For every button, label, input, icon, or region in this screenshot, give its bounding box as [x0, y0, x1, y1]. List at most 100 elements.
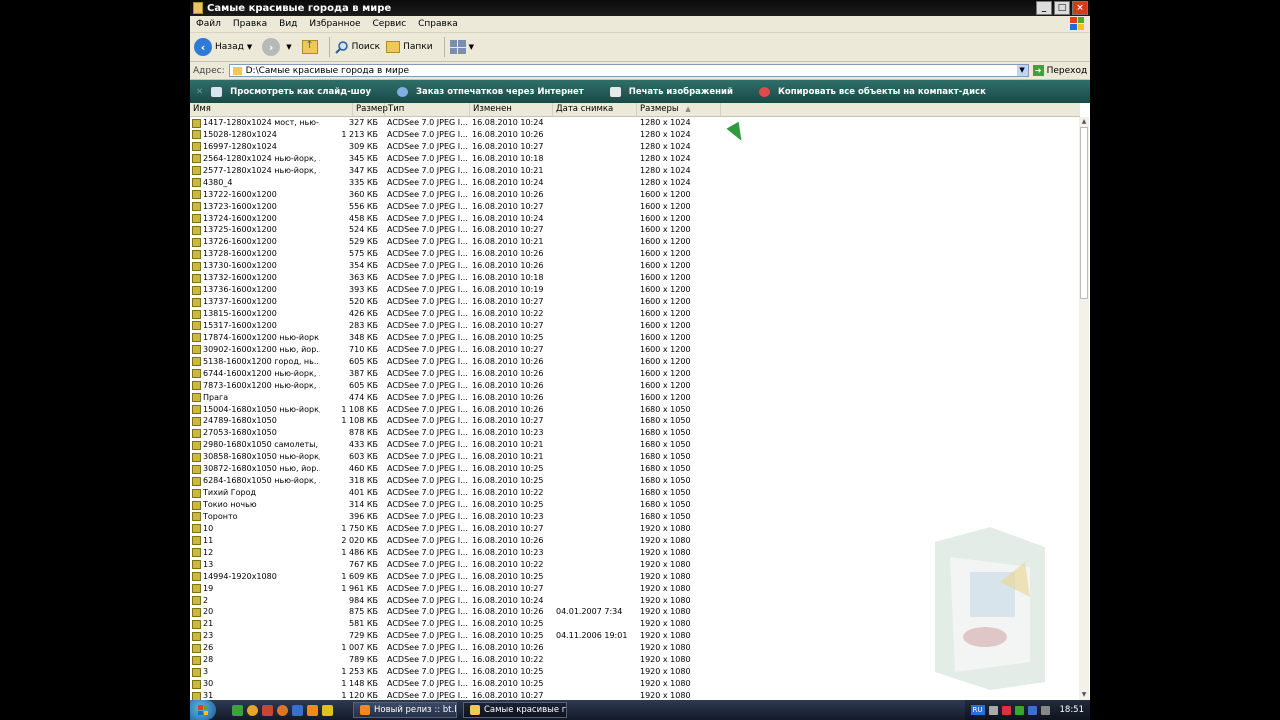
search-button[interactable]: Поиск — [334, 40, 380, 54]
file-row[interactable]: 19 1 961 КБ ACDSee 7.0 JPEG I... 16.08.2010… — [190, 583, 720, 595]
browser-icon[interactable] — [247, 704, 258, 716]
column-name[interactable]: Имя — [190, 103, 353, 116]
file-row[interactable]: 14994-1920x1080 1 609 КБ ACDSee 7.0 JPEG I… — [190, 571, 720, 583]
scroll-up-icon[interactable]: ▲ — [1080, 118, 1088, 126]
file-row[interactable]: 13723-1600x1200 556 КБ ACDSee 7.0 JPEG I..… — [190, 201, 720, 213]
scroll-thumb[interactable] — [1080, 127, 1088, 299]
file-row[interactable]: 27053-1680x1050 878 КБ ACDSee 7.0 JPEG I..… — [190, 427, 720, 439]
file-row[interactable]: 30858-1680x1050 нью-йорк,... 603 КБ ACDSee… — [190, 451, 720, 463]
file-row[interactable]: 30902-1600x1200 нью, йор... 710 КБ ACDSee … — [190, 344, 720, 356]
menu-favorites[interactable]: Избранное — [309, 19, 360, 29]
file-row[interactable]: 13732-1600x1200 363 КБ ACDSee 7.0 JPEG I..… — [190, 272, 720, 284]
file-row[interactable]: 13736-1600x1200 393 КБ ACDSee 7.0 JPEG I..… — [190, 284, 720, 296]
file-row[interactable]: 16997-1280x1024 309 КБ ACDSee 7.0 JPEG I..… — [190, 141, 720, 153]
file-row[interactable]: 2577-1280x1024 нью-йорк, ... 347 КБ ACDSee… — [190, 165, 720, 177]
task-order-prints[interactable]: Заказ отпечатков через Интернет — [397, 86, 584, 97]
file-row[interactable]: 10 1 750 КБ ACDSee 7.0 JPEG I... 16.08.2010… — [190, 523, 720, 535]
up-button[interactable]: ↑ — [301, 40, 318, 54]
file-row[interactable]: 7873-1600x1200 нью-йорк, ... 605 КБ ACDSee… — [190, 380, 720, 392]
close-tasks-icon[interactable]: ✕ — [196, 87, 203, 97]
column-type[interactable]: Тип — [385, 103, 470, 116]
file-row[interactable]: 13726-1600x1200 529 КБ ACDSee 7.0 JPEG I..… — [190, 236, 720, 248]
file-row[interactable]: Прага 474 КБ ACDSee 7.0 JPEG I... 16.08.201… — [190, 392, 720, 404]
go-button[interactable]: ➜ Переход — [1032, 65, 1087, 76]
forward-dropdown-icon[interactable]: ▼ — [286, 43, 291, 51]
column-modified[interactable]: Изменен — [470, 103, 553, 116]
ie-icon[interactable] — [292, 704, 303, 716]
file-row[interactable]: 13728-1600x1200 575 КБ ACDSee 7.0 JPEG I..… — [190, 248, 720, 260]
task-slideshow[interactable]: Просмотреть как слайд-шоу — [211, 86, 371, 97]
scroll-down-icon[interactable]: ▼ — [1080, 691, 1088, 699]
task-print[interactable]: Печать изображений — [609, 86, 733, 97]
close-button[interactable]: × — [1072, 1, 1088, 15]
app-icon[interactable] — [232, 704, 243, 716]
volume-icon[interactable] — [1040, 705, 1050, 715]
language-indicator[interactable]: RU — [970, 705, 985, 715]
file-row[interactable]: 2564-1280x1024 нью-йорк, ... 345 КБ ACDSee… — [190, 153, 720, 165]
file-row[interactable]: 15028-1280x1024 1 213 КБ ACDSee 7.0 JPEG I… — [190, 129, 720, 141]
file-row[interactable]: Торонто 396 КБ ACDSee 7.0 JPEG I... 16.08.2… — [190, 511, 720, 523]
file-row[interactable]: 11 2 020 КБ ACDSee 7.0 JPEG I... 16.08.2010… — [190, 535, 720, 547]
file-row[interactable]: 13722-1600x1200 360 КБ ACDSee 7.0 JPEG I..… — [190, 189, 720, 201]
file-row[interactable]: 12 1 486 КБ ACDSee 7.0 JPEG I... 16.08.2010… — [190, 547, 720, 559]
file-row[interactable]: 30872-1680x1050 нью, йор... 460 КБ ACDSee … — [190, 463, 720, 475]
media-icon[interactable] — [262, 704, 273, 716]
bluetooth-icon[interactable] — [1027, 705, 1037, 715]
menu-view[interactable]: Вид — [279, 19, 297, 29]
file-row[interactable]: 15004-1680x1050 нью-йорк,... 1 108 КБ ACDS… — [190, 404, 720, 416]
minimize-button[interactable]: _ — [1036, 1, 1052, 15]
taskbar-button-explorer[interactable]: Самые красивые гор... — [463, 702, 567, 718]
at-icon[interactable] — [277, 704, 288, 716]
file-row[interactable]: 30 1 148 КБ ACDSee 7.0 JPEG I... 16.08.2010… — [190, 678, 720, 690]
file-row[interactable]: 26 1 007 КБ ACDSee 7.0 JPEG I... 16.08.2010… — [190, 642, 720, 654]
menu-file[interactable]: Файл — [196, 19, 221, 29]
column-date-taken[interactable]: Дата снимка — [553, 103, 637, 116]
column-size[interactable]: Размер — [353, 103, 388, 116]
menu-help[interactable]: Справка — [418, 19, 458, 29]
file-row[interactable]: 20 875 КБ ACDSee 7.0 JPEG I... 16.08.2010 1… — [190, 606, 720, 618]
address-input[interactable]: D:\Самые красивые города в мире ▼ — [228, 64, 1029, 77]
app-tray-icon[interactable] — [1014, 705, 1024, 715]
menu-tools[interactable]: Сервис — [373, 19, 407, 29]
network-icon[interactable] — [988, 705, 998, 715]
address-dropdown-icon[interactable]: ▼ — [1016, 65, 1028, 76]
file-row[interactable]: 1417-1280x1024 мост, нью-... 327 КБ ACDSee… — [190, 117, 720, 129]
taskbar-button-browser[interactable]: Новый релиз :: bt.ba... — [353, 702, 457, 718]
title-bar[interactable]: Самые красивые города в мире _ □ × — [190, 0, 1090, 16]
file-row[interactable]: 6744-1600x1200 нью-йорк, ... 387 КБ ACDSee… — [190, 368, 720, 380]
file-row[interactable]: 13730-1600x1200 354 КБ ACDSee 7.0 JPEG I..… — [190, 260, 720, 272]
antivirus-icon[interactable] — [1001, 705, 1011, 715]
file-row[interactable]: 13815-1600x1200 426 КБ ACDSee 7.0 JPEG I..… — [190, 308, 720, 320]
views-button[interactable]: ▼ — [449, 40, 478, 54]
clock[interactable]: 18:51 — [1060, 705, 1085, 715]
file-row[interactable]: 5138-1600x1200 город, нь... 605 КБ ACDSee … — [190, 356, 720, 368]
start-button[interactable] — [190, 700, 216, 720]
folders-button[interactable]: Папки — [386, 41, 433, 53]
file-row[interactable]: 15317-1600x1200 283 КБ ACDSee 7.0 JPEG I..… — [190, 320, 720, 332]
file-row[interactable]: 3 1 253 КБ ACDSee 7.0 JPEG I... 16.08.2010 … — [190, 666, 720, 678]
file-row[interactable]: 2980-1680x1050 самолеты, ... 433 КБ ACDSee… — [190, 439, 720, 451]
column-dimensions[interactable]: Размеры ▲ — [637, 103, 721, 116]
file-row[interactable]: 4380_4 335 КБ ACDSee 7.0 JPEG I... 16.08.20… — [190, 177, 720, 189]
forward-button[interactable]: › ▼ — [262, 38, 295, 56]
file-row[interactable]: Токио ночью 314 КБ ACDSee 7.0 JPEG I... 16.… — [190, 499, 720, 511]
file-row[interactable]: 28 789 КБ ACDSee 7.0 JPEG I... 16.08.2010 1… — [190, 654, 720, 666]
file-row[interactable]: 17874-1600x1200 нью-йорк ... 348 КБ ACDSee… — [190, 332, 720, 344]
back-button[interactable]: ‹ Назад ▼ — [194, 38, 256, 56]
play-icon[interactable] — [322, 704, 333, 716]
file-row[interactable]: 13 767 КБ ACDSee 7.0 JPEG I... 16.08.2010 1… — [190, 559, 720, 571]
maximize-button[interactable]: □ — [1054, 1, 1070, 15]
file-row[interactable]: 6284-1680x1050 нью-йорк, ... 318 КБ ACDSee… — [190, 475, 720, 487]
file-row[interactable]: 23 729 КБ ACDSee 7.0 JPEG I... 16.08.2010 1… — [190, 630, 720, 642]
file-row[interactable]: 31 1 120 КБ ACDSee 7.0 JPEG I... 16.08.2010… — [190, 690, 720, 700]
menu-edit[interactable]: Правка — [233, 19, 267, 29]
file-row[interactable]: 21 581 КБ ACDSee 7.0 JPEG I... 16.08.2010 1… — [190, 618, 720, 630]
task-copy-cd[interactable]: Копировать все объекты на компакт-диск — [758, 86, 986, 97]
file-row[interactable]: 24789-1680x1050 1 108 КБ ACDSee 7.0 JPEG I… — [190, 415, 720, 427]
file-row[interactable]: Тихий Город 401 КБ ACDSee 7.0 JPEG I... 16.… — [190, 487, 720, 499]
file-row[interactable]: 13737-1600x1200 520 КБ ACDSee 7.0 JPEG I..… — [190, 296, 720, 308]
file-row[interactable]: 2 984 КБ ACDSee 7.0 JPEG I... 16.08.2010 10… — [190, 595, 720, 607]
file-row[interactable]: 13724-1600x1200 458 КБ ACDSee 7.0 JPEG I..… — [190, 213, 720, 225]
vertical-scrollbar[interactable]: ▲ ▼ — [1079, 117, 1089, 700]
back-dropdown-icon[interactable]: ▼ — [247, 43, 252, 51]
